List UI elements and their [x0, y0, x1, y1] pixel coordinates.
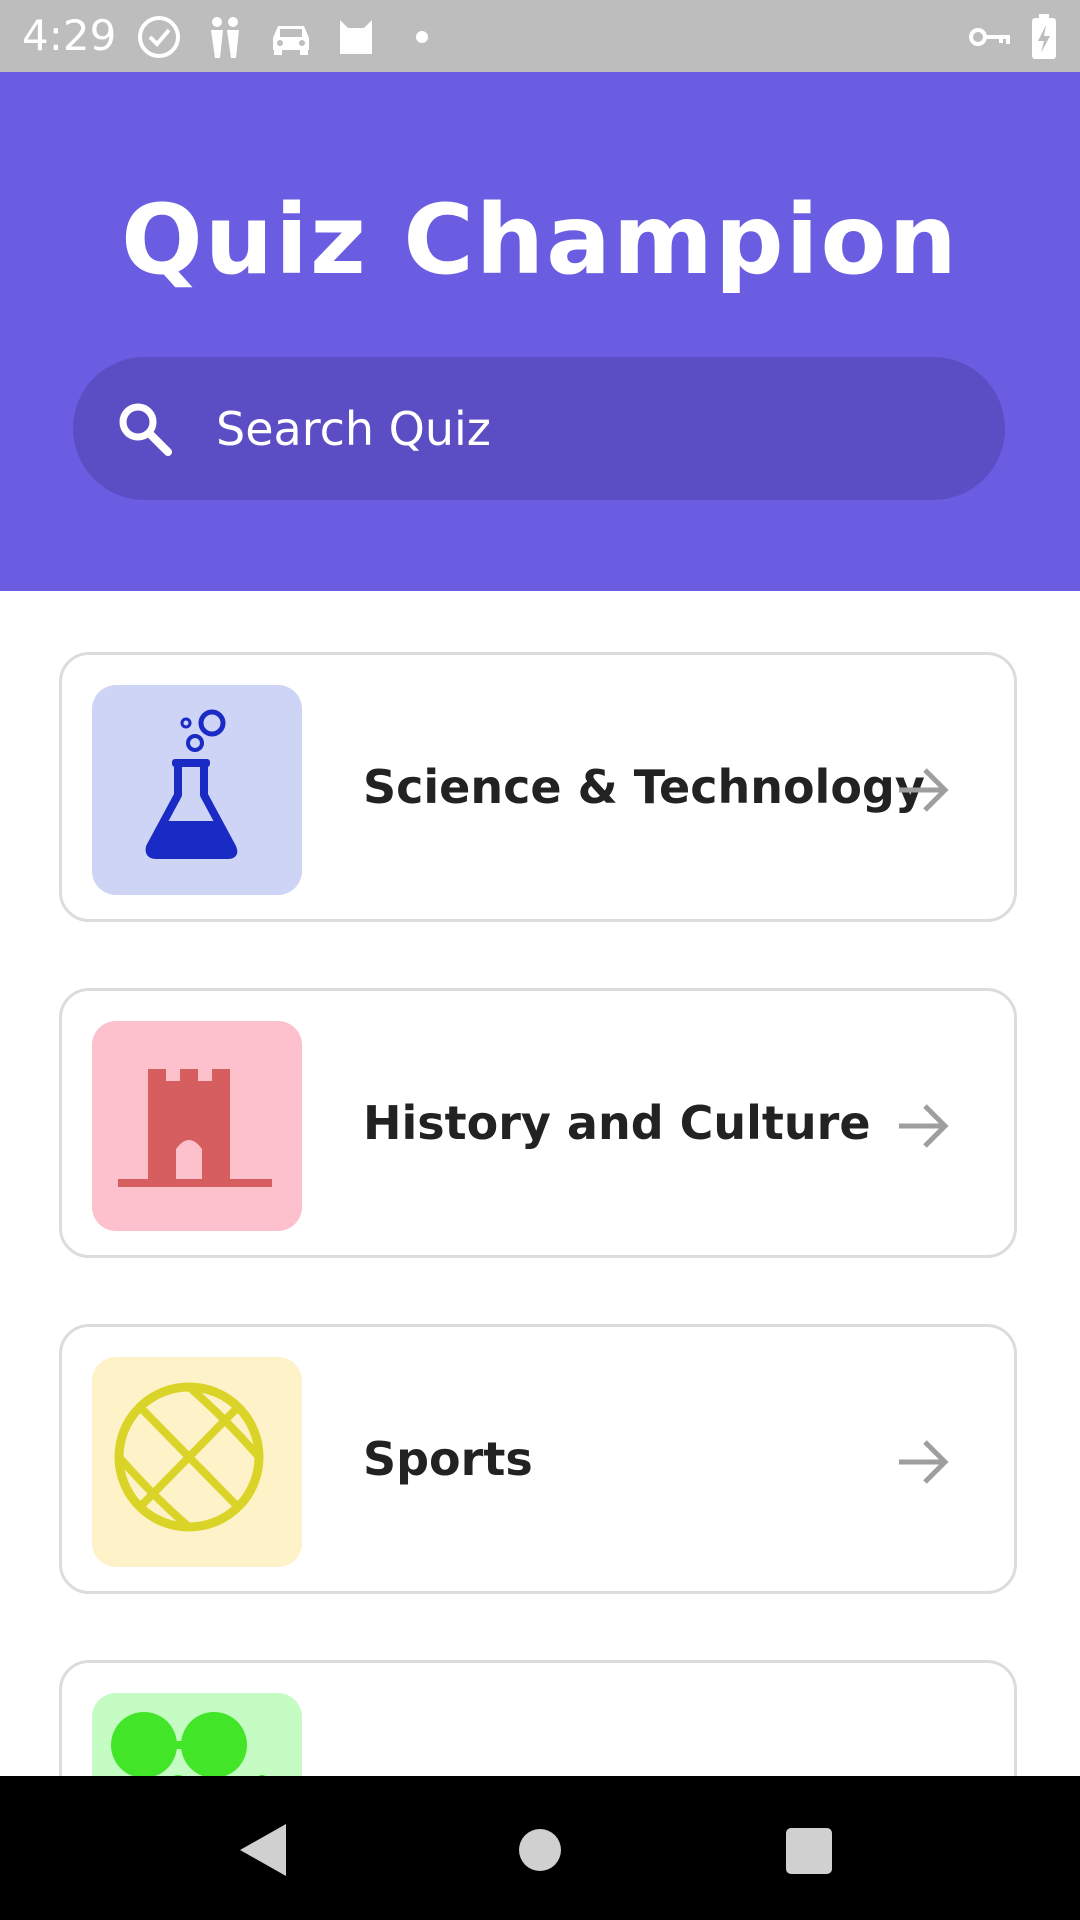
category-thumbnail — [92, 1693, 302, 1776]
category-card-science-technology[interactable]: Science & Technology — [59, 652, 1017, 922]
basketball-icon — [114, 1382, 264, 1532]
status-time: 4:29 — [22, 11, 117, 60]
back-icon[interactable] — [234, 1820, 290, 1884]
category-card-sports[interactable]: Sports — [59, 1324, 1017, 1594]
category-thumbnail — [92, 1021, 302, 1231]
people-icon — [203, 14, 247, 64]
search-input[interactable] — [216, 385, 956, 473]
screen: 4:29 Quiz Champion Search Quiz Science &… — [0, 0, 1080, 1920]
recents-icon[interactable] — [786, 1828, 832, 1878]
arrow-right-icon[interactable] — [895, 762, 951, 818]
glasses-icon — [111, 1712, 266, 1776]
category-label: History and Culture — [363, 1096, 871, 1150]
category-card-partial[interactable] — [59, 1660, 1017, 1776]
cat-icon — [334, 14, 378, 64]
car-icon — [268, 14, 314, 64]
category-label: Sports — [363, 1432, 533, 1486]
key-icon — [968, 14, 1010, 64]
dot-icon — [415, 29, 429, 48]
flask-icon — [145, 709, 238, 859]
category-thumbnail — [92, 1357, 302, 1567]
castle-icon — [118, 1069, 272, 1187]
category-card-history-culture[interactable]: History and Culture — [59, 988, 1017, 1258]
app-header: Quiz Champion — [0, 72, 1080, 591]
arrow-right-icon[interactable] — [895, 1434, 951, 1490]
status-bar: 4:29 — [0, 0, 1080, 72]
arrow-right-icon[interactable] — [895, 1098, 951, 1154]
navigation-bar — [0, 1776, 1080, 1920]
search-bar[interactable] — [73, 357, 1005, 500]
battery-charging-icon — [1031, 14, 1057, 64]
app-title: Quiz Champion — [121, 184, 959, 296]
check-circle-icon — [136, 14, 182, 64]
home-icon[interactable] — [518, 1828, 562, 1876]
search-icon[interactable] — [116, 400, 174, 458]
category-label: Science & Technology — [363, 760, 925, 814]
category-thumbnail — [92, 685, 302, 895]
category-list: Science & Technology History and Culture — [0, 591, 1080, 1776]
